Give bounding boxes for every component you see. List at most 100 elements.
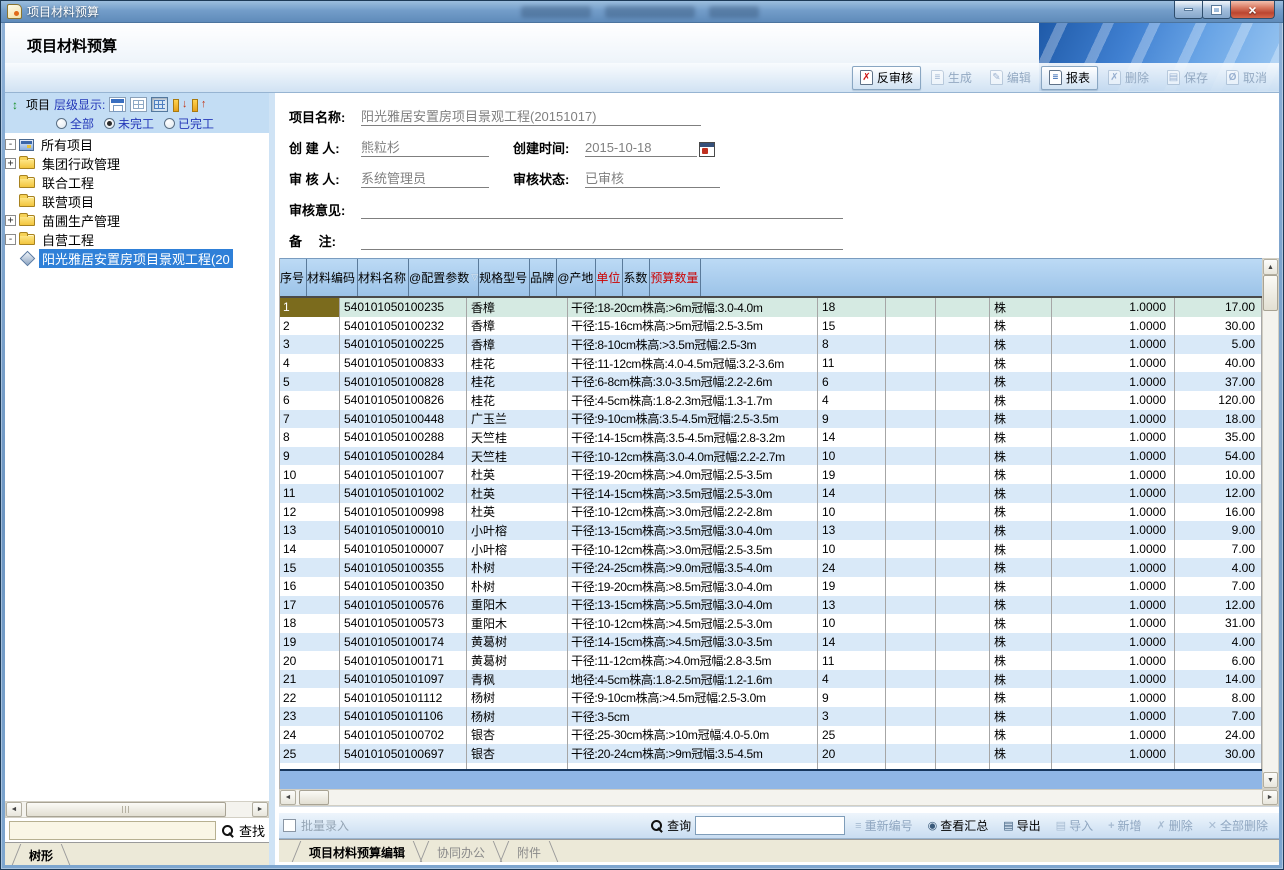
cell-params[interactable]: 干径:19-20cm株高:>4.0m冠幅:2.5-3.5m xyxy=(568,465,818,484)
cell-coef[interactable]: 1.0000 xyxy=(1052,726,1175,745)
cell-brand[interactable] xyxy=(886,633,936,652)
cell-brand[interactable] xyxy=(886,688,936,707)
table-row[interactable]: 24 540101050100702 银杏 干径:25-30cm株高:>10m冠… xyxy=(280,726,1262,745)
cell-seq[interactable]: 22 xyxy=(280,688,340,707)
cell-coef[interactable]: 1.0000 xyxy=(1052,447,1175,466)
cell-coef[interactable]: 1.0000 xyxy=(1052,558,1175,577)
cell-params[interactable]: 干径:14-15cm株高:3.5-4.5m冠幅:2.8-3.2m xyxy=(568,428,818,447)
cell-spec[interactable]: 10 xyxy=(818,447,886,466)
cell-coef[interactable]: 1.0000 xyxy=(1052,391,1175,410)
cell-code[interactable]: 540101050100702 xyxy=(340,726,467,745)
cell-unit[interactable]: 株 xyxy=(990,688,1052,707)
reverse-audit-button[interactable]: ✗ 反审核 xyxy=(852,66,921,90)
cell-params[interactable]: 干径:11-12cm株高:4.0-4.5m冠幅:3.2-3.6m xyxy=(568,354,818,373)
cell-brand[interactable] xyxy=(886,428,936,447)
cell-unit[interactable]: 株 xyxy=(990,614,1052,633)
cell-qty[interactable]: 12.00 xyxy=(1175,484,1262,503)
cell-qty[interactable]: 6.00 xyxy=(1175,651,1262,670)
cell-qty[interactable]: 31.00 xyxy=(1175,614,1262,633)
cell-brand[interactable] xyxy=(886,465,936,484)
cell-code[interactable]: 540101050100232 xyxy=(340,317,467,336)
cell-origin[interactable] xyxy=(936,410,990,429)
cell-coef[interactable]: 1.0000 xyxy=(1052,744,1175,763)
scrollbar-track[interactable] xyxy=(1263,311,1278,772)
cell-params[interactable]: 干径:14-15cm株高:>4.5m冠幅:3.0-3.5m xyxy=(568,633,818,652)
cell-unit[interactable]: 株 xyxy=(990,726,1052,745)
cell-params[interactable]: 干径:11-12cm株高:>4.0m冠幅:2.8-3.5m xyxy=(568,651,818,670)
cell-brand[interactable] xyxy=(886,596,936,615)
cell-brand[interactable] xyxy=(886,558,936,577)
cell-origin[interactable] xyxy=(936,354,990,373)
cell-brand[interactable] xyxy=(886,503,936,522)
status-filter-radio[interactable]: 未完工 xyxy=(104,115,154,132)
minimize-button[interactable] xyxy=(1174,1,1203,19)
cell-brand[interactable] xyxy=(886,707,936,726)
cell-coef[interactable]: 1.0000 xyxy=(1052,577,1175,596)
cell-unit[interactable]: 株 xyxy=(990,484,1052,503)
cell-seq[interactable]: 8 xyxy=(280,428,340,447)
tree-find-input[interactable] xyxy=(9,821,216,840)
cell-spec[interactable]: 10 xyxy=(818,540,886,559)
cell-name[interactable]: 杜英 xyxy=(467,484,568,503)
cell-name[interactable]: 杜英 xyxy=(467,503,568,522)
cell-brand[interactable] xyxy=(886,391,936,410)
project-name-field[interactable]: 阳光雅居安置房项目景观工程(20151017) xyxy=(361,107,701,126)
cell-code[interactable]: 540101050100171 xyxy=(340,651,467,670)
batch-entry-checkbox[interactable] xyxy=(283,819,296,832)
cell-code[interactable]: 540101050101002 xyxy=(340,484,467,503)
cell-origin[interactable] xyxy=(936,540,990,559)
cell-qty[interactable]: 5.00 xyxy=(1175,335,1262,354)
cell-params[interactable]: 地径:4-5cm株高:1.8-2.5m冠幅:1.2-1.6m xyxy=(568,670,818,689)
cell-origin[interactable] xyxy=(936,651,990,670)
cell-unit[interactable]: 株 xyxy=(990,391,1052,410)
table-row[interactable]: 17 540101050100576 重阳木 干径:13-15cm株高:>5.5… xyxy=(280,596,1262,615)
cell-code[interactable]: 540101050100576 xyxy=(340,596,467,615)
add-row-button[interactable]: + 新增 xyxy=(1103,817,1146,834)
table-row[interactable]: 23 540101050101106 杨树 干径:3-5cm 3 株 1.000… xyxy=(280,707,1262,726)
cell-seq[interactable]: 10 xyxy=(280,465,340,484)
table-row[interactable]: 10 540101050101007 杜英 干径:19-20cm株高:>4.0m… xyxy=(280,465,1262,484)
cell-spec[interactable]: 24 xyxy=(818,558,886,577)
table-row[interactable]: 7 540101050100448 广玉兰 干径:9-10cm株高:3.5-4.… xyxy=(280,410,1262,429)
cell-code[interactable]: 540101050101112 xyxy=(340,688,467,707)
cell-coef[interactable]: 1.0000 xyxy=(1052,372,1175,391)
generate-button[interactable]: ≡ 生成 xyxy=(923,66,980,90)
cell-code[interactable]: 540101050100284 xyxy=(340,447,467,466)
scrollbar-thumb[interactable] xyxy=(26,802,226,817)
view-large-icon-button[interactable] xyxy=(109,97,126,112)
cell-params[interactable]: 干径:15-16cm株高:>5m冠幅:2.5-3.5m xyxy=(568,317,818,336)
cell-name[interactable]: 黄葛树 xyxy=(467,651,568,670)
cell-code[interactable]: 540101050100833 xyxy=(340,354,467,373)
column-header[interactable]: @产地 xyxy=(557,259,596,296)
cell-seq[interactable]: 6 xyxy=(280,391,340,410)
cell-name[interactable]: 银杏 xyxy=(467,744,568,763)
tree-item[interactable]: 联营项目 xyxy=(5,192,269,211)
cell-spec[interactable]: 15 xyxy=(818,317,886,336)
cell-qty[interactable]: 7.00 xyxy=(1175,707,1262,726)
scroll-down-icon[interactable]: ▼ xyxy=(1263,772,1278,788)
cell-name[interactable]: 香樟 xyxy=(467,298,568,317)
remark-field[interactable] xyxy=(361,231,843,250)
cell-unit[interactable]: 株 xyxy=(990,372,1052,391)
calendar-icon[interactable] xyxy=(699,142,715,157)
cell-seq[interactable]: 15 xyxy=(280,558,340,577)
cell-qty[interactable]: 8.00 xyxy=(1175,688,1262,707)
cell-origin[interactable] xyxy=(936,688,990,707)
cell-qty[interactable]: 17.00 xyxy=(1175,298,1262,317)
cell-params[interactable]: 干径:10-12cm株高:>4.5m冠幅:2.5-3.0m xyxy=(568,614,818,633)
cell-coef[interactable]: 1.0000 xyxy=(1052,428,1175,447)
cell-coef[interactable]: 1.0000 xyxy=(1052,521,1175,540)
cell-name[interactable]: 小叶榕 xyxy=(467,521,568,540)
cell-origin[interactable] xyxy=(936,298,990,317)
cell-brand[interactable] xyxy=(886,335,936,354)
scroll-right-icon[interactable]: ► xyxy=(252,802,268,817)
cell-name[interactable]: 桂花 xyxy=(467,391,568,410)
cell-name[interactable]: 黄葛树 xyxy=(467,633,568,652)
cell-name[interactable]: 桂花 xyxy=(467,372,568,391)
cell-qty[interactable]: 14.00 xyxy=(1175,670,1262,689)
cell-params[interactable]: 干径:13-15cm株高:>5.5m冠幅:3.0-4.0m xyxy=(568,596,818,615)
cell-seq[interactable]: 13 xyxy=(280,521,340,540)
table-row[interactable]: 5 540101050100828 桂花 干径:6-8cm株高:3.0-3.5m… xyxy=(280,372,1262,391)
cell-params[interactable]: 干径:9-10cm株高:3.5-4.5m冠幅:2.5-3.5m xyxy=(568,410,818,429)
column-header[interactable]: 预算数量 xyxy=(650,259,701,296)
